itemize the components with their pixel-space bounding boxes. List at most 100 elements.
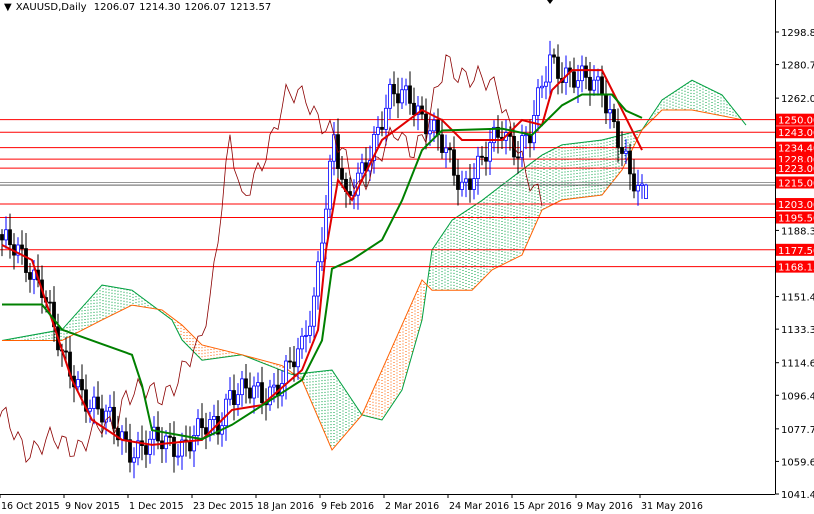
candle-body <box>236 394 240 406</box>
candle-body <box>224 398 228 427</box>
candle-body <box>384 107 388 130</box>
y-tick-label: 1188.30 <box>781 226 814 237</box>
candle-body <box>544 81 548 87</box>
candle-body <box>396 93 400 104</box>
candle-body <box>128 439 132 463</box>
candle-body <box>48 301 52 304</box>
plot-area <box>0 40 775 479</box>
candle-body <box>28 272 32 280</box>
symbol-label: XAUUSD,Daily <box>15 2 87 13</box>
candle-body <box>624 150 628 154</box>
open-value: 1206.07 <box>93 2 136 13</box>
candle-body <box>460 181 464 190</box>
candle-body <box>112 406 116 429</box>
candle-body <box>80 379 84 391</box>
candle-body <box>552 54 556 58</box>
candle-body <box>100 408 104 423</box>
low-value: 1206.07 <box>184 2 226 13</box>
candle-body <box>424 113 428 135</box>
candle-body <box>148 438 152 455</box>
candle-body <box>476 155 480 179</box>
candle-body <box>604 94 608 114</box>
candle-body <box>484 156 488 162</box>
candle-body <box>360 162 364 174</box>
candle-body <box>252 385 256 399</box>
candle-body <box>8 229 12 246</box>
candle-body <box>440 134 444 153</box>
candle-body <box>532 115 536 144</box>
candle-body <box>196 418 200 436</box>
y-tick-label: 1298.85 <box>781 28 814 39</box>
candle-body <box>4 229 8 241</box>
candle-body <box>200 418 204 429</box>
candle-body <box>548 54 552 83</box>
candle-body <box>588 76 592 91</box>
candle-body <box>448 147 452 151</box>
candle-body <box>248 387 252 399</box>
y-tick-label: 1262.00 <box>781 94 814 105</box>
level-label: 1203.00 <box>778 200 814 211</box>
x-tick-label: 2 Mar 2016 <box>385 501 439 512</box>
candle-body <box>380 126 384 130</box>
x-tick-label: 18 Jan 2016 <box>257 501 314 512</box>
x-tick-label: 23 Dec 2015 <box>193 501 254 512</box>
candle-body <box>172 436 176 457</box>
candle-body <box>164 435 168 450</box>
candle-body <box>596 76 600 81</box>
candle-body <box>212 415 216 420</box>
candle-body <box>516 156 520 159</box>
candle-body <box>320 242 324 263</box>
candle-body <box>520 135 524 159</box>
candle-body <box>312 295 316 327</box>
y-tick-label: 1151.45 <box>781 293 814 304</box>
candle-body <box>412 102 416 115</box>
x-tick-label: 15 Apr 2016 <box>513 501 572 512</box>
level-label: 1243.00 <box>778 128 814 139</box>
y-tick-label: 1280.70 <box>781 61 814 72</box>
x-tick-label: 16 Oct 2015 <box>1 501 60 512</box>
candle-body <box>300 335 304 350</box>
candle-body <box>64 350 68 353</box>
dropdown-triangle-icon[interactable]: ▼ <box>4 2 12 13</box>
candle-body <box>456 174 460 190</box>
candle-body <box>428 130 432 135</box>
candle-body <box>316 261 320 297</box>
x-tick-label: 31 May 2016 <box>641 501 703 512</box>
chart-title: ▼ XAUUSD,Daily 1206.07 1214.30 1206.07 1213.… <box>4 2 275 13</box>
x-tick-label: 9 Feb 2016 <box>321 501 374 512</box>
candle-body <box>92 396 96 409</box>
candle-body <box>468 178 472 190</box>
candle-body <box>452 149 456 176</box>
candle-body <box>616 121 620 148</box>
candle-body <box>108 406 112 412</box>
y-tick-label: 1114.60 <box>781 359 814 370</box>
candle-body <box>244 378 248 389</box>
candle-body <box>228 390 232 400</box>
candle-body <box>188 441 192 452</box>
candle-body <box>88 408 92 412</box>
candle-body <box>572 71 576 88</box>
level-label: 1234.40 <box>778 144 814 155</box>
shift-marker-icon <box>547 0 553 4</box>
level-label: 1215.00 <box>778 179 814 190</box>
candle-body <box>576 80 580 88</box>
candle-body <box>328 160 332 210</box>
candle-body <box>472 178 476 190</box>
candle-body <box>272 384 276 388</box>
candle-body <box>376 126 380 135</box>
candle-body <box>580 65 584 82</box>
price-chart[interactable]: 1298.85 1280.70 1262.00 1188.30 1151.45 1133.… <box>0 0 814 514</box>
level-label: 1177.50 <box>778 246 814 257</box>
candle-body <box>464 178 468 183</box>
candle-body <box>96 396 100 410</box>
candle-body <box>408 85 412 104</box>
candle-body <box>640 183 644 186</box>
candle-body <box>608 109 612 114</box>
y-tick-label: 1133.30 <box>781 325 814 336</box>
y-tick-label: 1059.60 <box>781 457 814 468</box>
candle-body <box>612 109 616 123</box>
candle-body <box>176 455 180 458</box>
y-tick-label: 1096.45 <box>781 391 814 402</box>
candle-body <box>304 334 308 337</box>
candle-body <box>232 390 236 406</box>
